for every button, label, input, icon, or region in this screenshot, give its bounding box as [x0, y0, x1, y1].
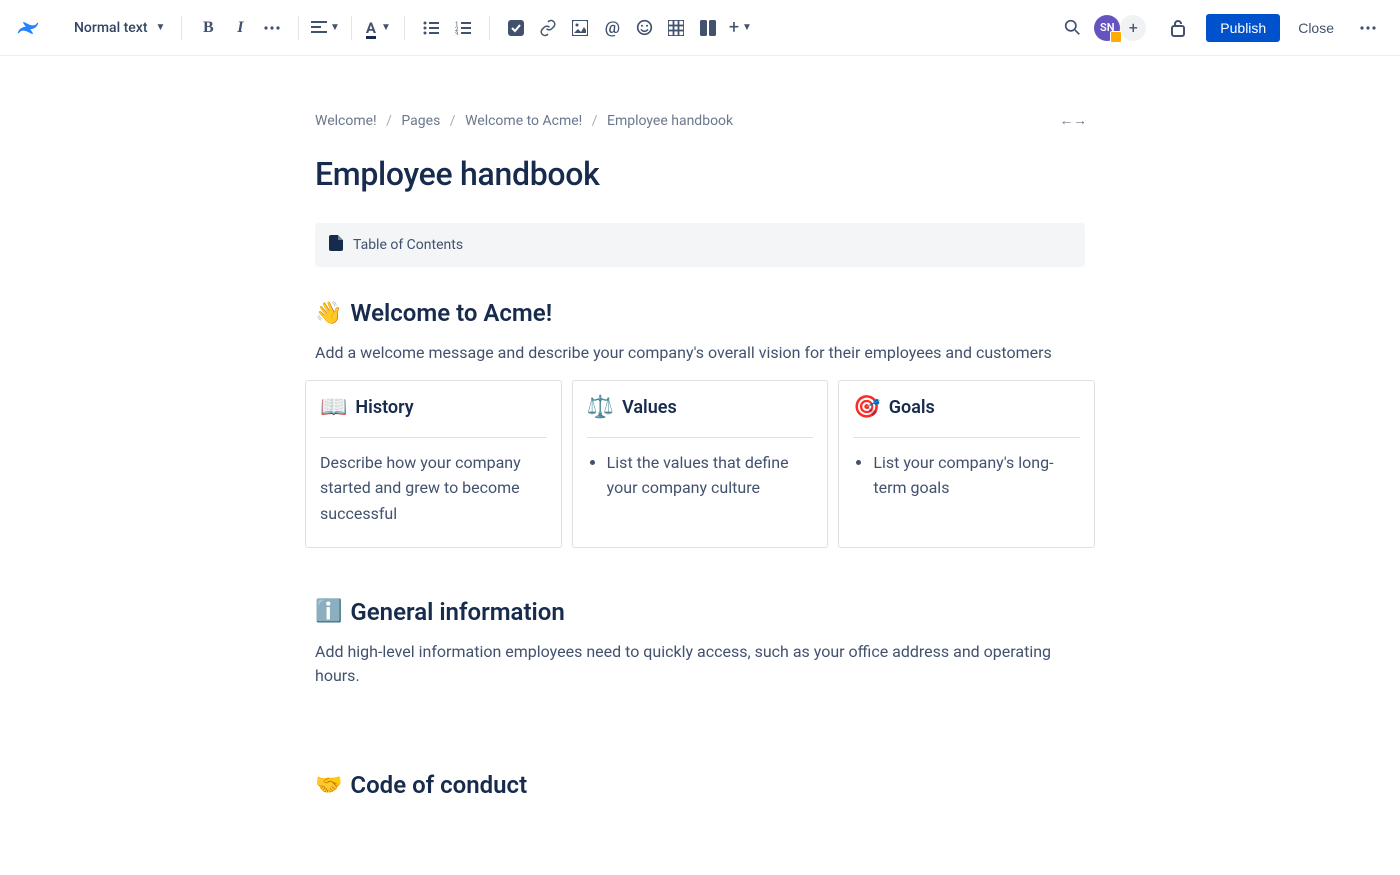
- section-heading-text: General information: [350, 598, 564, 626]
- publish-button[interactable]: Publish: [1206, 14, 1280, 42]
- card-list-item[interactable]: List your company's long-term goals: [873, 450, 1080, 501]
- user-avatar[interactable]: SN: [1094, 15, 1120, 41]
- text-style-selector[interactable]: Normal text ▼: [68, 16, 171, 40]
- toolbar-separator: [489, 16, 490, 40]
- section-heading-welcome[interactable]: 👋 Welcome to Acme!: [315, 299, 1085, 327]
- insert-button[interactable]: +▼: [725, 13, 755, 43]
- wave-emoji-icon: 👋: [315, 301, 342, 326]
- image-button[interactable]: [565, 13, 595, 43]
- card-values[interactable]: ⚖️ Values List the values that define yo…: [572, 380, 829, 548]
- card-title: Values: [622, 397, 677, 418]
- document-icon: [329, 235, 343, 255]
- italic-button[interactable]: I: [225, 13, 255, 43]
- add-collaborator-button[interactable]: +: [1120, 15, 1146, 41]
- text-style-label: Normal text: [74, 20, 147, 36]
- section-heading-text: Welcome to Acme!: [350, 299, 552, 327]
- section-body[interactable]: Add high-level information employees nee…: [315, 640, 1085, 690]
- table-of-contents-macro[interactable]: Table of Contents: [315, 223, 1085, 267]
- close-button[interactable]: Close: [1286, 14, 1346, 42]
- breadcrumb-item[interactable]: Employee handbook: [607, 113, 733, 129]
- card-title: Goals: [889, 397, 935, 418]
- card-goals[interactable]: 🎯 Goals List your company's long-term go…: [838, 380, 1095, 548]
- breadcrumb-item[interactable]: Welcome to Acme!: [465, 113, 582, 129]
- toolbar-separator: [181, 16, 182, 40]
- chevron-down-icon: ▼: [155, 22, 165, 33]
- section-body[interactable]: Add a welcome message and describe your …: [315, 341, 1085, 366]
- info-emoji-icon: ℹ️: [315, 599, 342, 624]
- text-color-button[interactable]: A▼: [363, 13, 393, 43]
- numbered-list-button[interactable]: 123: [448, 13, 478, 43]
- card-history[interactable]: 📖 History Describe how your company star…: [305, 380, 562, 548]
- section-heading-conduct[interactable]: 🤝 Code of conduct: [315, 771, 1085, 799]
- card-body[interactable]: Describe how your company started and gr…: [320, 450, 547, 527]
- action-item-button[interactable]: [501, 13, 531, 43]
- bullet-list-button[interactable]: [416, 13, 446, 43]
- editor-toolbar: Normal text ▼ B I ▼ A▼ 123 @ +▼: [0, 0, 1400, 56]
- avatar-initials: SN: [1100, 21, 1115, 34]
- toolbar-separator: [404, 16, 405, 40]
- layouts-button[interactable]: [693, 13, 723, 43]
- more-formatting-button[interactable]: [257, 13, 287, 43]
- toolbar-separator: [298, 16, 299, 40]
- section-heading-general[interactable]: ℹ️ General information: [315, 598, 1085, 626]
- card-list-item[interactable]: List the values that define your company…: [607, 450, 814, 501]
- breadcrumb-item[interactable]: Pages: [401, 113, 440, 129]
- search-button[interactable]: [1057, 13, 1087, 43]
- confluence-logo-icon: [16, 16, 40, 40]
- svg-text:3: 3: [455, 31, 458, 35]
- card-title: History: [355, 397, 413, 418]
- editor-content[interactable]: Welcome! / Pages / Welcome to Acme! / Em…: [315, 56, 1085, 853]
- scale-emoji-icon: ⚖️: [587, 395, 614, 420]
- bold-button[interactable]: B: [193, 13, 223, 43]
- emoji-button[interactable]: [629, 13, 659, 43]
- table-button[interactable]: [661, 13, 691, 43]
- align-button[interactable]: ▼: [310, 13, 340, 43]
- target-emoji-icon: 🎯: [853, 395, 880, 420]
- section-heading-text: Code of conduct: [350, 771, 527, 799]
- breadcrumb: Welcome! / Pages / Welcome to Acme! / Em…: [315, 113, 733, 129]
- restrictions-button[interactable]: [1163, 13, 1193, 43]
- toolbar-separator: [351, 16, 352, 40]
- more-actions-button[interactable]: [1353, 13, 1383, 43]
- breadcrumb-item[interactable]: Welcome!: [315, 113, 377, 129]
- page-width-toggle[interactable]: ← →: [1060, 112, 1085, 129]
- book-emoji-icon: 📖: [320, 395, 347, 420]
- mention-button[interactable]: @: [597, 13, 627, 43]
- link-button[interactable]: [533, 13, 563, 43]
- toc-label: Table of Contents: [353, 237, 463, 253]
- handshake-emoji-icon: 🤝: [315, 773, 342, 798]
- cards-layout: 📖 History Describe how your company star…: [305, 380, 1095, 548]
- page-title[interactable]: Employee handbook: [315, 155, 1085, 193]
